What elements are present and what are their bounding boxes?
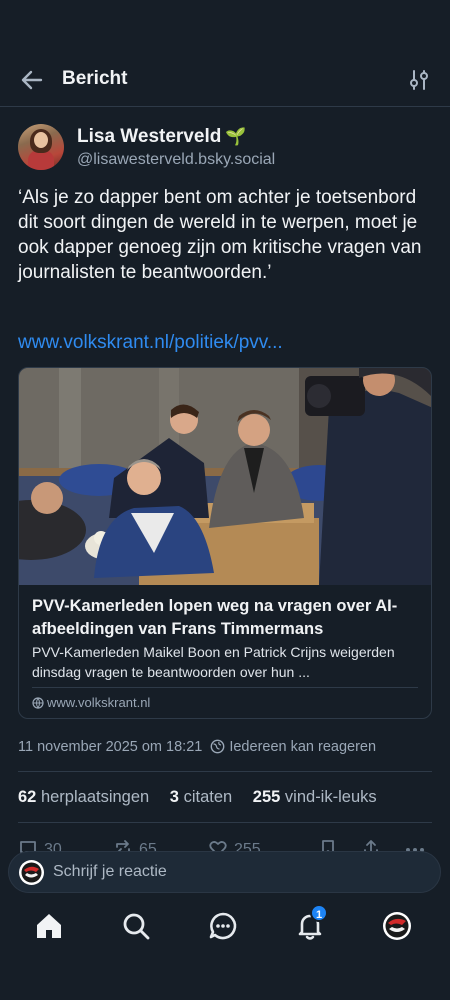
post-text: ‘Als je zo dapper bent om achter je toet… [18,187,422,283]
earth-icon [210,739,225,754]
quotes-stat[interactable]: 3 citaten [170,788,232,806]
quotes-count: 3 [169,788,179,806]
page-title: Bericht [62,68,128,89]
back-button[interactable] [18,66,46,94]
reposts-label: herplaatsingen [40,788,150,806]
post-timestamp: 11 november 2025 om 18:21 [18,739,203,755]
user-avatar-icon [19,860,44,885]
quotes-label: citaten [183,788,233,806]
nav-notifications[interactable]: 1 [295,904,328,941]
reply-composer[interactable]: Schrijf je reactie [8,851,441,893]
reposts-count: 62 [18,788,37,806]
divider [18,771,432,772]
top-bar: Bericht [0,52,450,107]
card-description: PVV-Kamerleden Maikel Boon en Patrick Cr… [32,644,395,680]
divider [18,822,432,823]
profile-avatar-icon [383,912,411,940]
card-image [19,368,431,585]
likes-count: 255 [252,788,281,806]
thread-options-button[interactable] [406,67,432,93]
avatar[interactable] [18,124,64,170]
reply-setting[interactable]: Iedereen kan reageren [229,739,376,755]
notification-badge: 1 [310,904,328,922]
bottom-navigation: 1 [0,893,450,1000]
post-meta: 11 november 2025 om 18:21 Iedereen kan r… [18,739,376,755]
sprout-emoji: 🌱 [225,127,247,146]
link-preview-card[interactable]: PVV-Kamerleden lopen weg na vragen over … [18,367,432,719]
reply-placeholder: Schrijf je reactie [53,863,167,880]
reposts-stat[interactable]: 62 herplaatsingen [18,788,149,806]
post-link[interactable]: www.volkskrant.nl/politiek/pvv... [18,332,283,354]
post-stats: 62 herplaatsingen 3 citaten 255 vind-ik-… [18,788,393,807]
search-icon [123,913,150,940]
card-title: PVV-Kamerleden lopen weg na vragen over … [32,597,398,638]
home-icon [37,914,61,938]
likes-label: vind-ik-leuks [284,788,377,806]
card-source-text: www.volkskrant.nl [47,695,151,710]
nav-home[interactable] [34,911,64,941]
nav-search[interactable] [121,911,151,941]
card-divider [32,687,418,688]
post-author[interactable]: Lisa Westerveld 🌱 @lisawesterveld.bsky.so… [18,124,438,174]
likes-stat[interactable]: 255 vind-ik-leuks [253,788,377,806]
author-name[interactable]: Lisa Westerveld 🌱 [77,126,247,148]
nav-chat[interactable] [208,911,238,941]
author-handle[interactable]: @lisawesterveld.bsky.social [77,151,275,169]
author-name-text: Lisa Westerveld [77,126,222,147]
card-source: www.volkskrant.nl [32,695,150,710]
nav-profile[interactable] [382,911,412,941]
arrow-left-icon [21,70,43,90]
sliders-icon [410,70,428,90]
globe-icon [32,697,44,709]
chat-icon [209,912,237,940]
